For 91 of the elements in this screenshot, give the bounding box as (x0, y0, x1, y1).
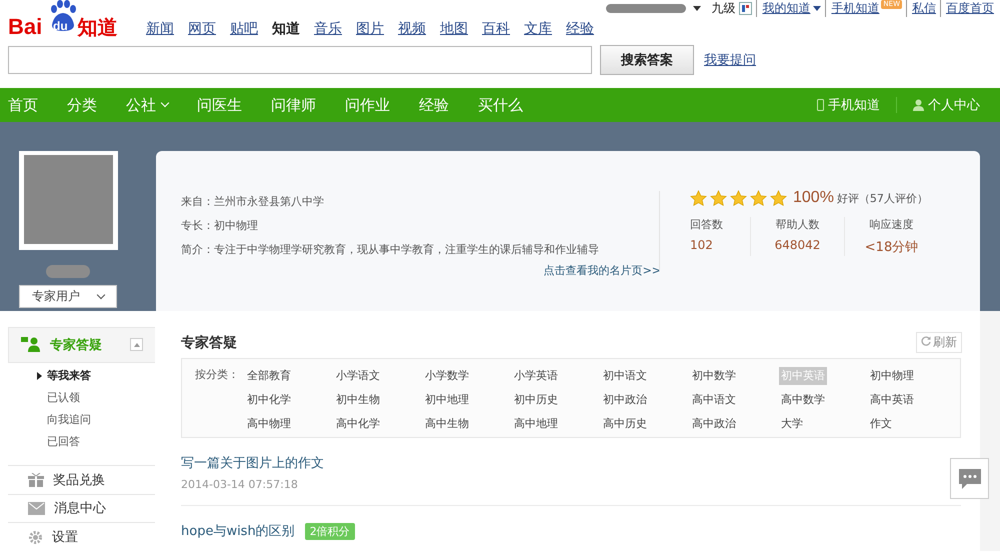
category-link[interactable]: 初中语文 (601, 367, 649, 385)
channel-link[interactable]: 百科 (482, 20, 510, 38)
points-badge: 2倍积分 (304, 522, 355, 540)
category-link[interactable]: 高中英语 (868, 391, 916, 409)
category-link[interactable]: 初中政治 (601, 391, 649, 409)
category-link[interactable]: 高中历史 (601, 415, 649, 433)
channel-link[interactable]: 视频 (398, 20, 426, 38)
channel-link[interactable]: 音乐 (314, 20, 342, 38)
sidebar-item[interactable]: 已回答 (47, 432, 80, 451)
paw-logo-icon (48, 0, 78, 32)
channel-link[interactable]: 贴吧 (230, 20, 258, 38)
category-link[interactable]: 高中地理 (512, 415, 560, 433)
category-link[interactable]: 初中历史 (512, 391, 560, 409)
profile-specialty: 专长：初中物理 (181, 218, 259, 234)
question-link[interactable]: hope与wish的区别 (181, 522, 295, 540)
rating-percent: 100% (793, 189, 834, 207)
question-time: 2014-03-14 07:57:18 (181, 478, 299, 491)
role-dropdown[interactable]: 专家用户 (19, 285, 117, 308)
badge-icon[interactable] (739, 2, 752, 14)
phone-icon (817, 99, 824, 111)
caret-icon[interactable] (693, 6, 702, 10)
channel-link[interactable]: 经验 (566, 20, 594, 38)
star-icon (730, 190, 747, 206)
category-link[interactable]: 初中化学 (245, 391, 293, 409)
logo-text: du (53, 19, 68, 33)
category-link[interactable]: 高中数学 (779, 391, 827, 409)
speech-bubble-icon (958, 468, 980, 488)
rating-label: 好评（57人评价） (836, 190, 928, 206)
category-link[interactable]: 作文 (868, 415, 894, 433)
channel-link[interactable]: 文库 (524, 20, 552, 38)
category-link[interactable]: 全部教育 (245, 367, 293, 385)
category-link[interactable]: 初中数学 (690, 367, 738, 385)
channel-link[interactable]: 新闻 (146, 20, 174, 38)
star-icon (750, 190, 767, 206)
channel-link[interactable]: 地图 (440, 20, 468, 38)
category-link[interactable]: 小学数学 (423, 367, 471, 385)
logo-text: 知道 (77, 14, 118, 40)
experts-icon (21, 337, 41, 352)
stat-value: 102 (690, 238, 713, 252)
category-link[interactable]: 高中生物 (423, 415, 471, 433)
stat-label: 响应速度 (870, 217, 914, 232)
channel-link[interactable]: 知道 (272, 20, 300, 38)
star-icon (690, 190, 707, 206)
top-link[interactable]: 私信 (906, 0, 936, 16)
refresh-button[interactable]: 刷新 (916, 332, 962, 353)
search-field[interactable] (8, 46, 592, 74)
logo-text: Bai (8, 14, 42, 40)
ask-link[interactable]: 我要提问 (704, 51, 756, 69)
card-link[interactable]: 点击查看我的名片页>> (544, 263, 661, 278)
top-link[interactable]: 我的知道 (756, 0, 822, 16)
sidebar-item[interactable]: 等我来答 (47, 366, 91, 385)
stat-value: <18分钟 (864, 239, 918, 256)
category-link[interactable]: 高中化学 (334, 415, 382, 433)
gear-icon (28, 530, 43, 545)
stat-label: 帮助人数 (776, 217, 820, 232)
channel-link[interactable]: 网页 (188, 20, 216, 38)
category-link[interactable]: 小学语文 (334, 367, 382, 385)
top-link[interactable]: 百度首页 (940, 0, 994, 16)
gift-icon (28, 472, 44, 487)
search-button[interactable]: 搜索答案 (600, 45, 694, 75)
stat-label: 回答数 (690, 217, 723, 232)
category-link[interactable]: 小学英语 (512, 367, 560, 385)
category-link[interactable]: 初中生物 (334, 391, 382, 409)
mail-icon (28, 502, 45, 515)
panel-title: 专家答疑 (181, 334, 237, 352)
sidebar-item[interactable]: 向我追问 (47, 410, 91, 429)
collapse-icon[interactable] (130, 338, 143, 352)
sidebar-item[interactable]: 已认领 (47, 388, 80, 407)
category-link[interactable]: 大学 (779, 415, 805, 433)
star-icon (710, 190, 727, 206)
filter-label: 按分类： (195, 367, 240, 383)
redacted-username (46, 265, 90, 278)
star-icon (770, 190, 787, 206)
refresh-icon (921, 336, 931, 346)
category-link[interactable]: 高中政治 (690, 415, 738, 433)
channel-link[interactable]: 图片 (356, 20, 384, 38)
category-link[interactable]: 初中物理 (868, 367, 916, 385)
category-link[interactable]: 高中语文 (690, 391, 738, 409)
pointer-icon (37, 372, 42, 380)
sidebar-section[interactable]: 消息中心 (8, 494, 155, 522)
top-link[interactable]: 手机知道 (825, 0, 880, 16)
stat-value: 648042 (774, 238, 820, 252)
sidebar-section[interactable]: 奖品兑换 (8, 464, 155, 494)
profile-from: 来自：兰州市永登县第八中学 (181, 194, 325, 210)
chat-button[interactable] (950, 458, 989, 499)
category-link[interactable]: 高中物理 (245, 415, 293, 433)
profile-intro: 简介：专注于中学物理学研究教育，现从事中学教育，注重学生的课后辅导和作业辅导 (181, 242, 600, 258)
category-link[interactable]: 初中地理 (423, 391, 471, 409)
user-level: 九级 (711, 0, 736, 16)
person-icon (913, 99, 924, 111)
question-link[interactable]: 写一篇关于图片上的作文 (181, 454, 324, 472)
